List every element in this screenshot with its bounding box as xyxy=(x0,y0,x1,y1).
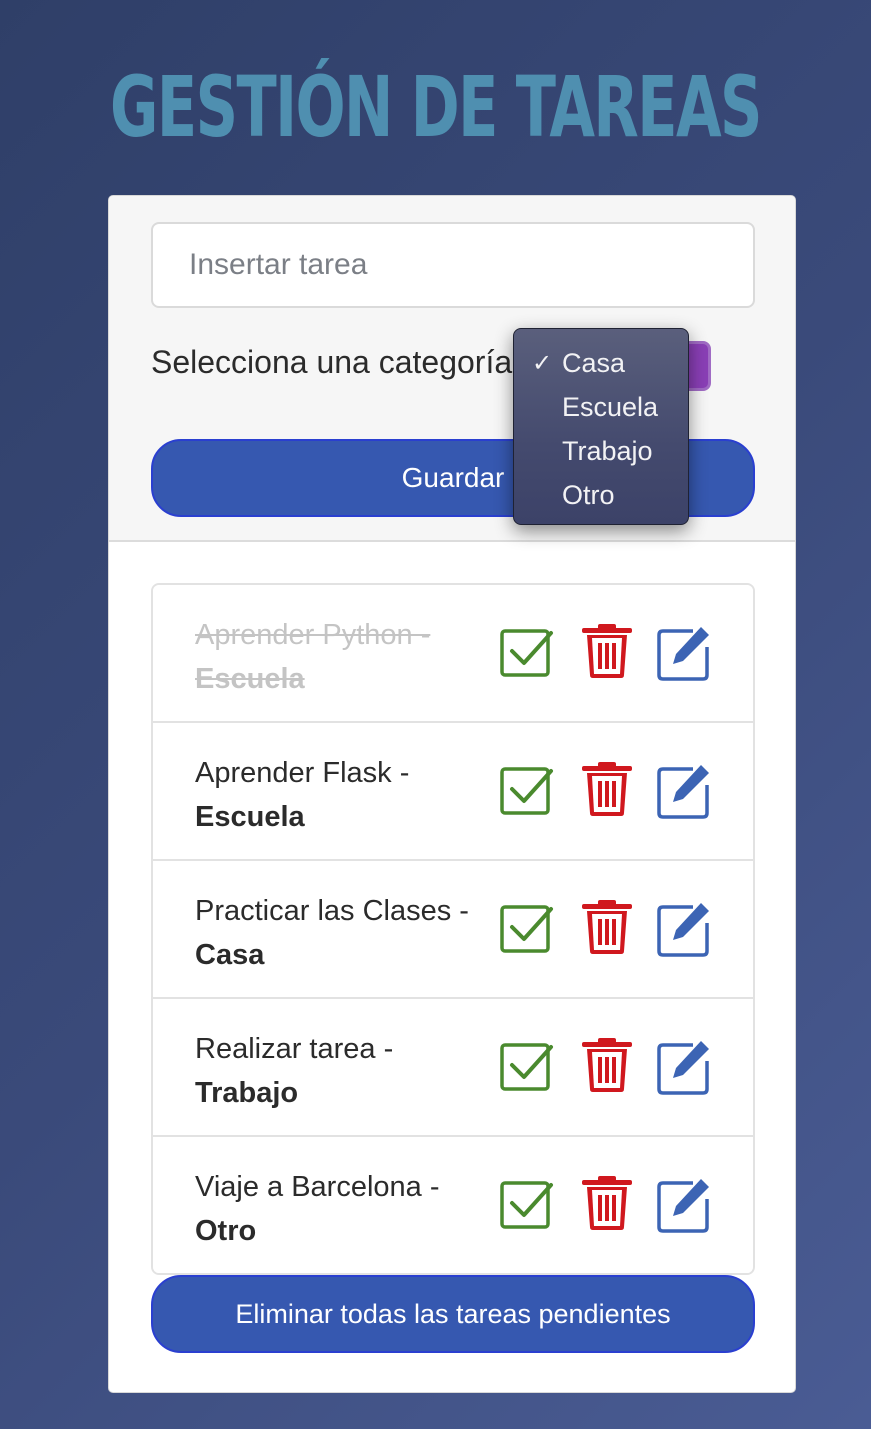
task-text: Aprender Python - Escuela xyxy=(195,613,495,701)
task-list: Aprender Python - Escuela Aprender Flask… xyxy=(151,583,755,1275)
task-title: Practicar las Clases - xyxy=(195,895,469,927)
task-category: Escuela xyxy=(195,801,305,833)
option-label: Otro xyxy=(562,480,615,510)
task-row: Practicar las Clases - Casa xyxy=(153,861,753,999)
task-form: Selecciona una categoría Guardar xyxy=(109,196,795,542)
task-row: Aprender Python - Escuela xyxy=(153,585,753,723)
task-title: Aprender Python - xyxy=(195,619,431,651)
edit-icon[interactable] xyxy=(655,901,711,957)
trash-icon[interactable] xyxy=(579,1175,635,1231)
task-title: Aprender Flask - xyxy=(195,757,410,789)
task-row: Realizar tarea - Trabajo xyxy=(153,999,753,1137)
delete-all-button[interactable]: Eliminar todas las tareas pendientes xyxy=(151,1275,755,1353)
edit-icon[interactable] xyxy=(655,625,711,681)
dropdown-option-escuela[interactable]: Escuela xyxy=(514,387,688,431)
check-square-icon[interactable] xyxy=(499,625,555,681)
task-category: Trabajo xyxy=(195,1077,299,1109)
check-square-icon[interactable] xyxy=(499,901,555,957)
checkmark-icon: ✓ xyxy=(532,349,553,377)
task-category: Escuela xyxy=(195,663,305,695)
dropdown-option-otro[interactable]: Otro xyxy=(514,475,688,519)
task-text: Viaje a Barcelona - Otro xyxy=(195,1165,495,1253)
edit-icon[interactable] xyxy=(655,763,711,819)
task-text: Aprender Flask - Escuela xyxy=(195,751,495,839)
task-row: Aprender Flask - Escuela xyxy=(153,723,753,861)
dropdown-option-casa[interactable]: ✓ Casa xyxy=(514,343,688,387)
page-title: GESTIÓN DE TAREAS xyxy=(110,58,762,156)
trash-icon[interactable] xyxy=(579,761,635,817)
option-label: Escuela xyxy=(562,392,659,422)
category-dropdown-menu: ✓ Casa Escuela Trabajo Otro xyxy=(513,328,689,525)
check-square-icon[interactable] xyxy=(499,1039,555,1095)
edit-icon[interactable] xyxy=(655,1177,711,1233)
task-category: Casa xyxy=(195,939,265,971)
trash-icon[interactable] xyxy=(579,623,635,679)
check-square-icon[interactable] xyxy=(499,763,555,819)
option-label: Trabajo xyxy=(562,436,653,466)
edit-icon[interactable] xyxy=(655,1039,711,1095)
task-card: Selecciona una categoría Guardar Aprende… xyxy=(108,195,796,1393)
check-square-icon[interactable] xyxy=(499,1177,555,1233)
task-title: Realizar tarea - xyxy=(195,1033,394,1065)
task-text: Practicar las Clases - Casa xyxy=(195,889,495,977)
dropdown-option-trabajo[interactable]: Trabajo xyxy=(514,431,688,475)
task-category: Otro xyxy=(195,1215,257,1247)
task-input[interactable] xyxy=(151,222,755,308)
category-label: Selecciona una categoría xyxy=(151,344,513,380)
task-title: Viaje a Barcelona - xyxy=(195,1171,440,1203)
option-label: Casa xyxy=(562,348,626,378)
task-text: Realizar tarea - Trabajo xyxy=(195,1027,495,1115)
trash-icon[interactable] xyxy=(579,899,635,955)
trash-icon[interactable] xyxy=(579,1037,635,1093)
task-row: Viaje a Barcelona - Otro xyxy=(153,1137,753,1273)
